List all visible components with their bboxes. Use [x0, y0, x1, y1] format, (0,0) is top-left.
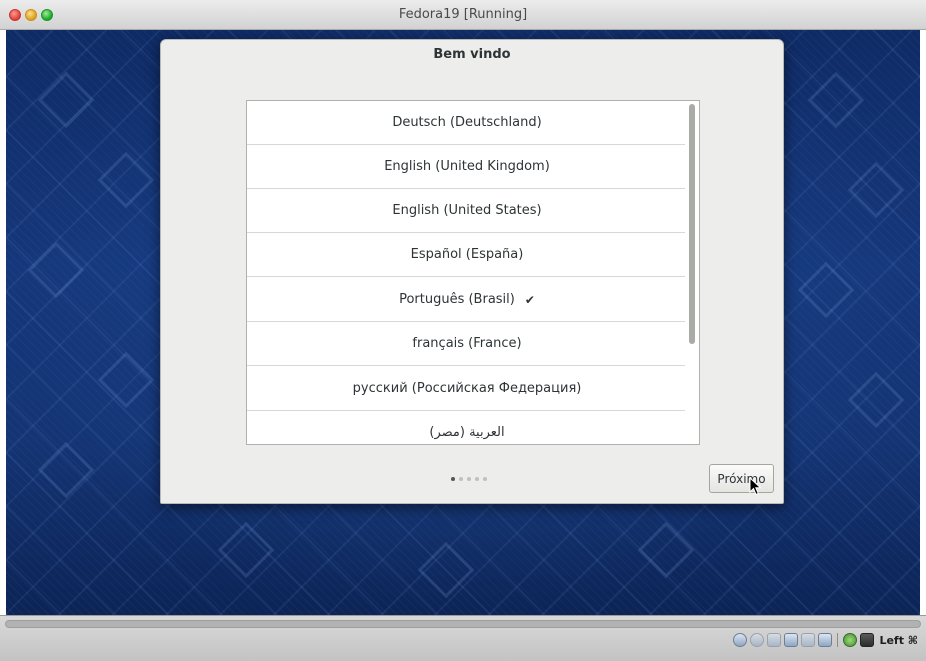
- mouse-pointer-icon: [749, 477, 762, 496]
- wallpaper-pattern: [417, 541, 475, 599]
- language-label: Português (Brasil): [399, 292, 515, 307]
- vm-statusbar: Left ⌘: [0, 615, 926, 661]
- cpu-icon[interactable]: [860, 633, 875, 647]
- scrollbar-thumb[interactable]: [689, 104, 695, 344]
- wallpaper-pattern: [37, 71, 95, 129]
- wallpaper-pattern: [97, 151, 155, 209]
- optical-drive-icon[interactable]: [750, 633, 765, 647]
- disk-icon[interactable]: [733, 633, 748, 647]
- wallpaper-pattern: [847, 371, 905, 429]
- checkmark-icon: ✔: [524, 292, 535, 307]
- status-icons: Left ⌘: [733, 631, 918, 649]
- language-item[interactable]: العربية (مصر): [247, 411, 687, 444]
- recording-icon[interactable]: [843, 633, 858, 647]
- display-icon[interactable]: [818, 633, 833, 647]
- language-item[interactable]: English (United States): [247, 189, 687, 233]
- status-separator: [837, 633, 839, 647]
- language-list[interactable]: Deutsch (Deutschland) English (United Ki…: [246, 100, 700, 445]
- horizontal-scrollbar[interactable]: [5, 620, 921, 628]
- language-label: Deutsch (Deutschland): [392, 115, 542, 130]
- language-label: Español (España): [410, 247, 524, 262]
- language-label: English (United States): [392, 203, 542, 218]
- wallpaper-pattern: [807, 71, 865, 129]
- language-label: русский (Российская Федерация): [352, 381, 582, 396]
- page-dot: [467, 477, 471, 481]
- page-dot: [483, 477, 487, 481]
- next-button[interactable]: Próximo: [709, 464, 774, 493]
- wallpaper-pattern: [37, 441, 95, 499]
- language-item[interactable]: français (France): [247, 322, 687, 366]
- language-label: français (France): [412, 336, 522, 351]
- page-dot: [459, 477, 463, 481]
- wallpaper-pattern: [847, 161, 905, 219]
- language-label: العربية (مصر): [429, 425, 505, 440]
- network-icon[interactable]: [784, 633, 799, 647]
- language-item[interactable]: Español (España): [247, 233, 687, 277]
- wallpaper-pattern: [27, 241, 85, 299]
- wallpaper-pattern: [637, 521, 695, 579]
- guest-screen[interactable]: Bem vindo Deutsch (Deutschland) English …: [6, 30, 920, 615]
- page-dot-active: [451, 477, 455, 481]
- language-item-selected[interactable]: Português (Brasil) ✔: [247, 278, 687, 322]
- page-dot: [475, 477, 479, 481]
- list-scrollbar[interactable]: [685, 101, 699, 444]
- page-indicator: [451, 477, 487, 481]
- wallpaper-pattern: [97, 351, 155, 409]
- window-title: Fedora19 [Running]: [398, 7, 528, 22]
- host-key-label: Left ⌘: [879, 633, 918, 647]
- shared-folder-icon[interactable]: [801, 633, 816, 647]
- dialog-title: Bem vindo: [433, 47, 511, 62]
- wallpaper-pattern: [217, 521, 275, 579]
- language-item[interactable]: English (United Kingdom): [247, 145, 687, 189]
- wallpaper-pattern: [797, 261, 855, 319]
- language-item[interactable]: Deutsch (Deutschland): [247, 101, 687, 145]
- welcome-dialog: Bem vindo Deutsch (Deutschland) English …: [160, 39, 784, 504]
- usb-icon[interactable]: [767, 633, 782, 647]
- language-item[interactable]: русский (Российская Федерация): [247, 367, 687, 411]
- language-label: English (United Kingdom): [384, 159, 550, 174]
- window-titlebar: Fedora19 [Running]: [0, 0, 926, 30]
